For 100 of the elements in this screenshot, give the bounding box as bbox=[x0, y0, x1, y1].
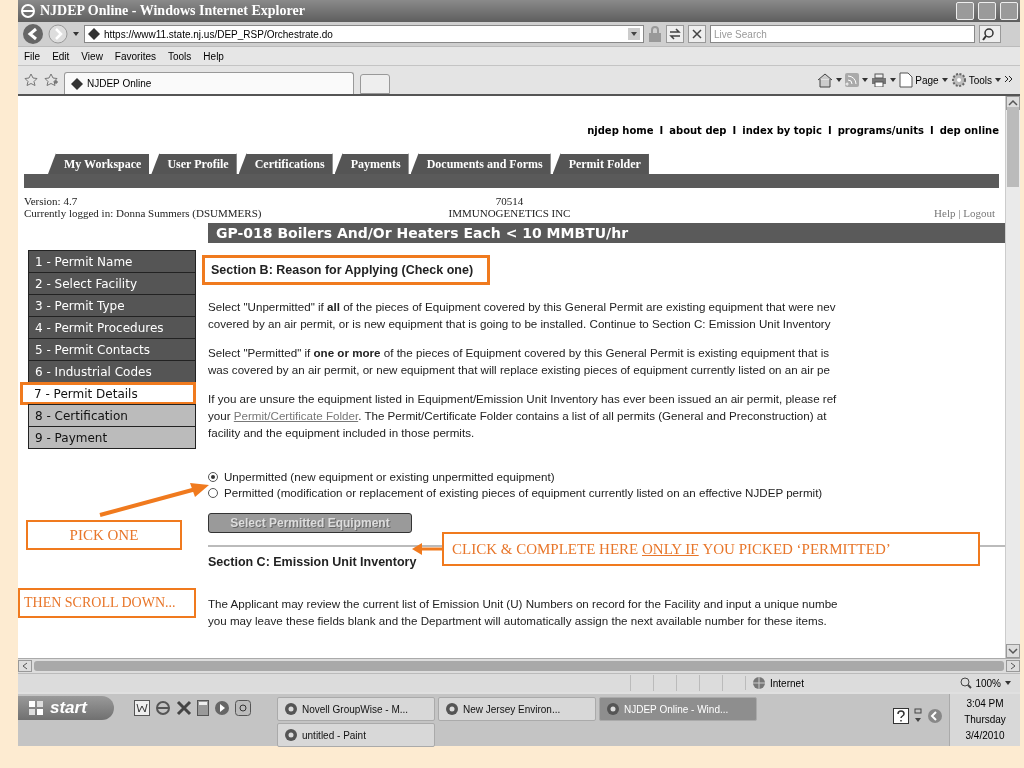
top-link[interactable]: index by topic bbox=[742, 125, 822, 136]
step-item[interactable]: 5 - Permit Contacts bbox=[28, 338, 196, 361]
menu-item[interactable]: Edit bbox=[52, 50, 70, 62]
step-item[interactable]: 6 - Industrial Codes bbox=[28, 360, 196, 383]
link-separator: I bbox=[929, 125, 934, 136]
top-link[interactable]: about dep bbox=[669, 125, 727, 136]
page-menu[interactable]: Page bbox=[915, 74, 939, 86]
dropdown-icon[interactable] bbox=[835, 76, 844, 84]
dropdown-icon[interactable] bbox=[72, 30, 80, 38]
menu-item[interactable]: File bbox=[24, 50, 41, 62]
radio-button[interactable] bbox=[208, 487, 218, 498]
step-item[interactable]: 1 - Permit Name bbox=[28, 250, 196, 273]
zoom-level[interactable]: 100% bbox=[975, 677, 1001, 689]
folder-link[interactable]: Permit/Certificate Folder bbox=[233, 409, 359, 422]
expand-tray-icon[interactable] bbox=[927, 708, 943, 724]
star-icon[interactable] bbox=[24, 73, 38, 87]
word-icon[interactable] bbox=[134, 700, 150, 716]
option-label: Unpermitted (new equipment or existing unpermitted equipment) bbox=[224, 470, 555, 483]
help-icon[interactable] bbox=[893, 708, 909, 724]
menu-item[interactable]: Tools bbox=[168, 50, 192, 62]
nav-tab[interactable]: My Workspace bbox=[48, 153, 150, 174]
scroll-right-icon[interactable] bbox=[1006, 660, 1020, 672]
link-separator: I bbox=[732, 125, 737, 136]
clock-day: Thursday bbox=[950, 712, 1020, 728]
top-link[interactable]: dep online bbox=[939, 125, 999, 136]
paragraph-line: facility and the equipment included in those permits. bbox=[208, 426, 476, 440]
tools-menu[interactable]: Tools bbox=[968, 74, 992, 86]
dropdown-icon[interactable] bbox=[628, 28, 640, 40]
spreadsheet-icon[interactable] bbox=[176, 700, 192, 716]
menu-item[interactable]: View bbox=[81, 50, 103, 62]
address-field[interactable]: https://www11.state.nj.us/DEP_RSP/Orchestrate.do bbox=[84, 25, 644, 43]
app-icon bbox=[284, 728, 298, 742]
arrow bbox=[412, 543, 444, 555]
paragraph-line: Select "Permitted" if one or more of the pieces of Equipment covered by this General Permit is existing equipment that is bbox=[208, 346, 831, 360]
link-separator: | bbox=[958, 207, 961, 219]
section-heading: Section C: Emission Unit Inventory bbox=[208, 555, 417, 569]
taskbar-button[interactable]: untitled - Paint bbox=[277, 723, 435, 747]
globe-icon bbox=[752, 676, 766, 690]
step-item[interactable]: 4 - Permit Procedures bbox=[28, 316, 196, 339]
top-link[interactable]: programs/units bbox=[837, 125, 924, 136]
back-icon[interactable] bbox=[22, 23, 44, 45]
page-icon bbox=[899, 72, 914, 88]
menu-item[interactable]: Favorites bbox=[114, 50, 156, 62]
zone-text: Internet bbox=[770, 677, 804, 689]
taskbar-button[interactable]: Novell GroupWise - M... bbox=[277, 697, 435, 721]
search-icon[interactable] bbox=[979, 25, 1001, 43]
add-favorite-icon[interactable] bbox=[44, 73, 58, 87]
nav-tab[interactable]: Payments bbox=[334, 153, 409, 174]
top-link[interactable]: njdep home bbox=[587, 125, 654, 136]
dropdown-icon[interactable] bbox=[889, 76, 898, 84]
nav-tab[interactable]: Certifications bbox=[238, 153, 333, 174]
taskbar-button[interactable]: New Jersey Environ... bbox=[438, 697, 596, 721]
lock-icon bbox=[648, 26, 662, 42]
step-item[interactable]: 9 - Payment bbox=[28, 426, 196, 449]
site-icon bbox=[71, 77, 83, 90]
nav-tab[interactable]: Permit Folder bbox=[552, 153, 649, 174]
app-icon bbox=[284, 702, 298, 716]
page-heading: GP-018 Boilers And/Or Heaters Each < 10 MMBTU/hr bbox=[208, 223, 1005, 243]
scroll-left-icon[interactable] bbox=[18, 660, 32, 672]
scroll-thumb[interactable] bbox=[1007, 107, 1019, 187]
app-icon bbox=[445, 702, 459, 716]
browser-logo-icon bbox=[20, 3, 36, 19]
radio-button[interactable] bbox=[208, 471, 218, 482]
logout-link[interactable]: Logout bbox=[963, 207, 995, 219]
clock-date: 3/4/2010 bbox=[964, 729, 1006, 743]
pick-one-note: PICK ONE bbox=[26, 520, 182, 550]
home-icon[interactable] bbox=[817, 72, 834, 88]
paragraph-line: The Applicant may review the current list of Emission Unit (U) Numbers on record for the Facility and input a unique numbe bbox=[208, 597, 839, 611]
section-heading: Section B: Reason for Applying (Check one) bbox=[202, 255, 491, 285]
chevron-icon[interactable] bbox=[1004, 75, 1014, 85]
dropdown-icon[interactable] bbox=[994, 76, 1002, 84]
step-item[interactable]: 7 - Permit Details bbox=[20, 382, 196, 405]
refresh-icon[interactable] bbox=[666, 25, 684, 43]
help-link[interactable]: Help bbox=[934, 207, 956, 219]
printer-icon[interactable] bbox=[871, 73, 888, 87]
stop-icon[interactable] bbox=[688, 25, 706, 43]
app-icon[interactable] bbox=[235, 700, 251, 716]
browser-icon[interactable] bbox=[155, 700, 171, 716]
zoom-icon bbox=[960, 677, 973, 689]
paragraph-line: you may leave these fields blank and the Department will automatically assign the next available number for these items. bbox=[208, 614, 828, 628]
restore-icon[interactable] bbox=[913, 708, 923, 724]
scroll-thumb[interactable] bbox=[34, 661, 1004, 671]
media-player-icon[interactable] bbox=[214, 700, 230, 716]
nav-tab[interactable]: Documents and Forms bbox=[410, 153, 551, 174]
browser-tab[interactable]: NJDEP Online bbox=[64, 72, 354, 94]
menu-item[interactable]: Help bbox=[203, 50, 224, 62]
clock-time: 3:04 PM bbox=[965, 697, 1005, 711]
step-item[interactable]: 8 - Certification bbox=[28, 404, 196, 427]
click-note: CLICK & COMPLETE HERE ONLY IF YOU PICKED ‘PERMITTED’ bbox=[442, 532, 980, 566]
calculator-icon[interactable] bbox=[197, 700, 209, 716]
step-item[interactable]: 2 - Select Facility bbox=[28, 272, 196, 295]
step-item[interactable]: 3 - Permit Type bbox=[28, 294, 196, 317]
site-icon bbox=[88, 28, 100, 40]
dropdown-icon[interactable] bbox=[1004, 679, 1012, 687]
search-field[interactable]: Live Search bbox=[710, 25, 975, 43]
scroll-down-icon[interactable] bbox=[1006, 644, 1020, 658]
nav-tab[interactable]: User Profile bbox=[151, 153, 237, 174]
dropdown-icon[interactable] bbox=[940, 76, 949, 84]
start-button[interactable]: start bbox=[18, 696, 114, 720]
dropdown-icon[interactable] bbox=[861, 76, 870, 84]
